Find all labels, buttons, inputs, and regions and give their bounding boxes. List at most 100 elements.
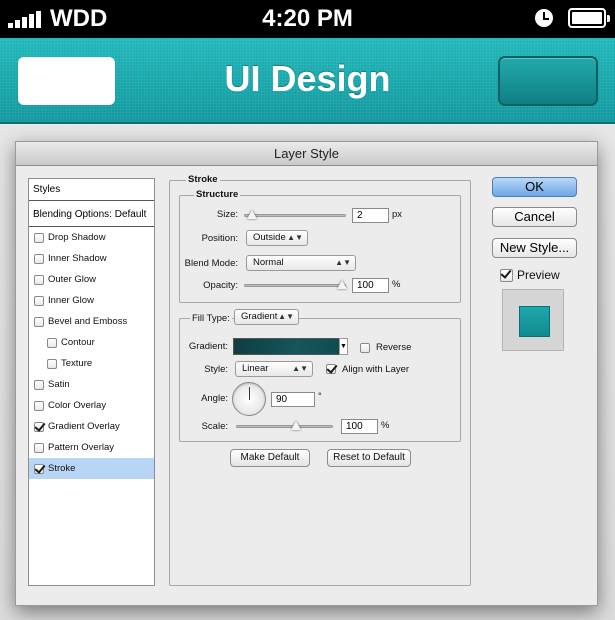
style-item-label: Satin [48, 379, 70, 390]
style-item-label: Contour [61, 337, 95, 348]
style-item-color-overlay[interactable]: Color Overlay [29, 395, 154, 416]
gradient-style-label: Style: [204, 364, 228, 375]
scale-label: Scale: [201, 421, 228, 432]
reverse-label: Reverse [376, 342, 412, 353]
style-item-checkbox[interactable] [47, 337, 57, 348]
blend-mode-label: Blend Mode: [184, 258, 238, 269]
style-item-label: Inner Shadow [48, 253, 107, 264]
alarm-clock-icon [535, 9, 553, 27]
angle-label: Angle: [201, 393, 228, 404]
opacity-slider[interactable] [244, 280, 347, 289]
preview-checkbox[interactable] [500, 269, 513, 282]
scale-unit: % [381, 420, 390, 431]
style-item-inner-shadow[interactable]: Inner Shadow [29, 248, 154, 269]
style-item-checkbox[interactable] [34, 295, 44, 306]
style-item-label: Gradient Overlay [48, 421, 120, 432]
battery-icon [568, 8, 610, 28]
style-item-checkbox[interactable] [34, 253, 44, 264]
preview-swatch [519, 306, 550, 337]
new-style-button[interactable]: New Style... [492, 238, 577, 258]
style-item-label: Outer Glow [48, 274, 97, 285]
size-label: Size: [216, 209, 238, 220]
select-arrows-icon: ▲▼ [335, 258, 351, 267]
style-item-stroke[interactable]: Stroke [29, 458, 154, 479]
style-item-label: Texture [61, 358, 93, 369]
styles-panel: Styles Blending Options: Default Drop Sh… [28, 178, 155, 586]
style-item-checkbox[interactable] [34, 274, 44, 285]
fill-type-value: Gradient [241, 311, 278, 322]
style-list: Drop Shadow Inner Shadow Outer Glow Inner G… [29, 227, 154, 479]
fill-type-label: Fill Type: [190, 313, 232, 324]
nav-right-button[interactable] [498, 56, 598, 106]
style-item-satin[interactable]: Satin [29, 374, 154, 395]
style-item-checkbox[interactable] [34, 442, 44, 453]
status-time: 4:20 PM [262, 5, 353, 32]
style-item-checkbox[interactable] [34, 379, 44, 390]
angle-unit: ° [318, 391, 322, 402]
style-item-checkbox[interactable] [47, 358, 57, 369]
align-with-layer-label: Align with Layer [342, 364, 410, 375]
blend-mode-select[interactable]: Normal ▲▼ [246, 255, 356, 271]
style-item-label: Pattern Overlay [48, 442, 114, 453]
style-item-label: Color Overlay [48, 400, 107, 411]
select-arrows-icon: ▲▼ [278, 312, 294, 321]
style-item-gradient-overlay[interactable]: Gradient Overlay [29, 416, 154, 437]
position-select[interactable]: Outside ▲▼ [246, 230, 308, 246]
styles-header[interactable]: Styles [29, 179, 154, 201]
size-input[interactable]: 2 [352, 208, 389, 223]
scale-slider[interactable] [236, 421, 333, 430]
blend-mode-value: Normal [253, 257, 284, 268]
gradient-dropdown-icon[interactable]: ▼ [339, 338, 348, 355]
make-default-button[interactable]: Make Default [230, 449, 310, 467]
style-item-label: Inner Glow [48, 295, 94, 306]
scale-slider-thumb[interactable] [290, 421, 301, 430]
select-arrows-icon: ▲▼ [287, 233, 303, 242]
size-slider-thumb[interactable] [246, 210, 257, 219]
blending-options-item[interactable]: Blending Options: Default [29, 203, 154, 227]
opacity-label: Opacity: [203, 280, 238, 291]
scale-input[interactable]: 100 [341, 419, 378, 434]
style-item-texture[interactable]: Texture [29, 353, 154, 374]
style-item-drop-shadow[interactable]: Drop Shadow [29, 227, 154, 248]
opacity-input[interactable]: 100 [352, 278, 389, 293]
preview-box [502, 289, 564, 351]
style-item-checkbox[interactable] [34, 463, 44, 474]
style-item-pattern-overlay[interactable]: Pattern Overlay [29, 437, 154, 458]
style-item-checkbox[interactable] [34, 421, 44, 432]
dialog-title: Layer Style [16, 142, 597, 166]
ok-button[interactable]: OK [492, 177, 577, 197]
preview-label: Preview [517, 268, 560, 282]
angle-dial[interactable] [232, 382, 266, 416]
style-item-label: Drop Shadow [48, 232, 106, 243]
structure-group-label: Structure [194, 189, 241, 200]
status-bar: WDD 4:20 PM [0, 0, 615, 38]
gradient-style-select[interactable]: Linear ▲▼ [235, 361, 313, 377]
style-item-checkbox[interactable] [34, 316, 44, 327]
size-slider[interactable] [244, 210, 346, 219]
style-item-outer-glow[interactable]: Outer Glow [29, 269, 154, 290]
align-with-layer-checkbox[interactable] [326, 364, 336, 374]
style-item-inner-glow[interactable]: Inner Glow [29, 290, 154, 311]
style-item-label: Stroke [48, 463, 76, 474]
layer-style-dialog: Layer Style Styles Blending Options: Def… [15, 141, 598, 606]
style-item-bevel-and-emboss[interactable]: Bevel and Emboss [29, 311, 154, 332]
cancel-button[interactable]: Cancel [492, 207, 577, 227]
fill-type-select[interactable]: Gradient ▲▼ [234, 309, 299, 325]
style-item-checkbox[interactable] [34, 400, 44, 411]
style-item-contour[interactable]: Contour [29, 332, 154, 353]
opacity-slider-thumb[interactable] [337, 280, 347, 289]
reset-to-default-button[interactable]: Reset to Default [327, 449, 411, 467]
size-unit: px [392, 209, 403, 220]
gradient-style-value: Linear [242, 363, 269, 374]
select-arrows-icon: ▲▼ [292, 364, 308, 373]
style-item-checkbox[interactable] [34, 232, 44, 243]
style-item-label: Bevel and Emboss [48, 316, 128, 327]
gradient-swatch[interactable] [233, 338, 340, 355]
gradient-label: Gradient: [188, 341, 228, 352]
position-value: Outside [253, 232, 286, 243]
stroke-group-label: Stroke [186, 174, 220, 185]
reverse-checkbox[interactable] [360, 343, 370, 353]
angle-input[interactable]: 90 [271, 392, 315, 407]
opacity-unit: % [392, 279, 401, 290]
nav-bar: UI Design [0, 38, 615, 124]
